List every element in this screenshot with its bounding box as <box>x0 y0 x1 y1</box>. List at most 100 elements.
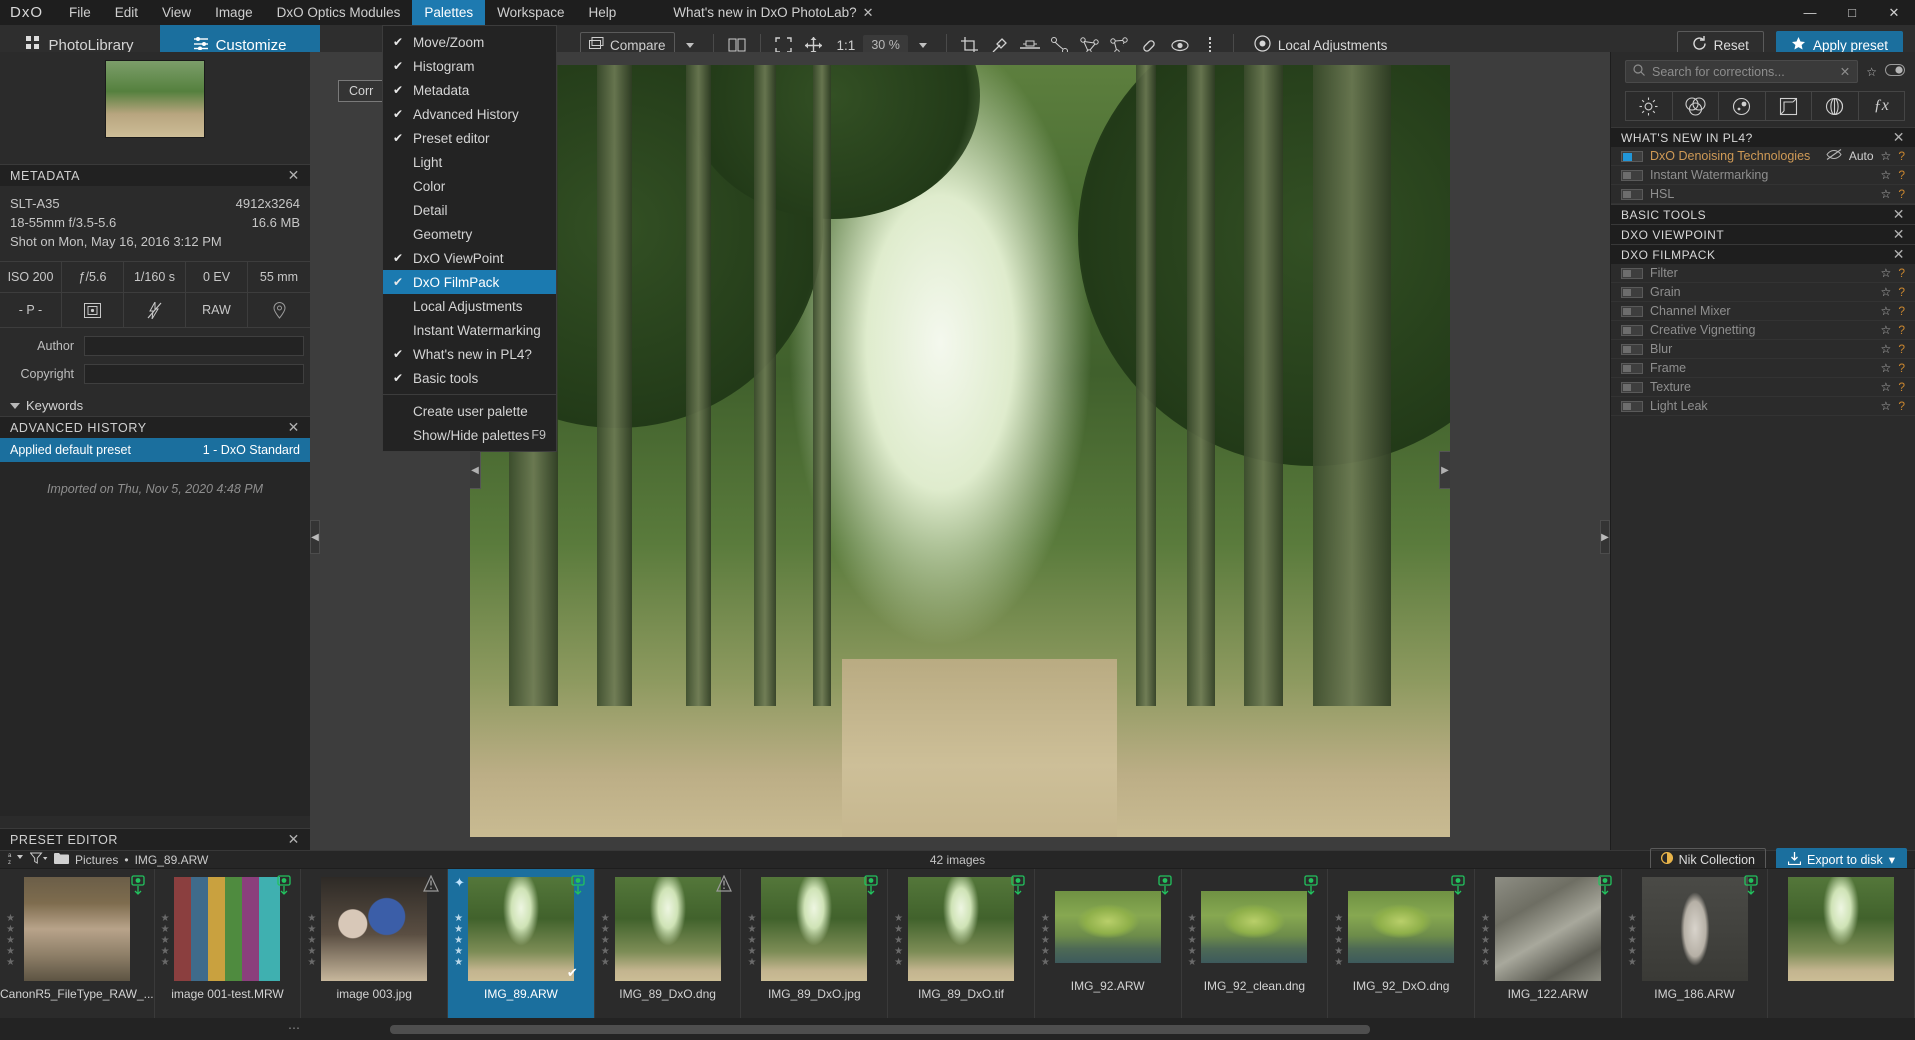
channel-mixer-help-icon[interactable]: ? <box>1898 304 1905 318</box>
filmstrip-item[interactable]: ★★★★★ IMG_89_DxO.dng <box>595 869 742 1018</box>
rating-stars[interactable]: ★★★★★ <box>600 913 611 968</box>
rating-stars[interactable]: ★★★★★ <box>893 913 904 968</box>
advanced-history-header[interactable]: ADVANCED HISTORY ✕ <box>0 416 310 438</box>
group-header-dxo-filmpack[interactable]: DXO FILMPACK ✕ <box>1611 244 1915 264</box>
rating-stars[interactable]: ★★★★★ <box>160 913 171 968</box>
tool-row-grain[interactable]: Grain ☆ ? <box>1611 283 1915 302</box>
filmstrip-item[interactable]: ★★★★★ CanonR5_FileType_RAW_... <box>0 869 155 1018</box>
panel-collapse-right-icon[interactable]: ▶ <box>1600 520 1610 554</box>
thumbnail[interactable] <box>321 877 428 981</box>
menu-view[interactable]: View <box>150 0 203 25</box>
thumbnail[interactable] <box>614 877 721 981</box>
filmstrip-item[interactable]: ★★★★★ IMG_92_DxO.dng <box>1328 869 1475 1018</box>
menu-edit[interactable]: Edit <box>103 0 150 25</box>
blur-toggle[interactable] <box>1621 343 1643 355</box>
thumbnail[interactable] <box>1788 877 1895 981</box>
palette-item-dxo-filmpack[interactable]: ✔ DxO FilmPack <box>383 270 556 294</box>
menu-dxo-optics-modules[interactable]: DxO Optics Modules <box>265 0 413 25</box>
texture-star-icon[interactable]: ☆ <box>1881 380 1892 394</box>
palette-item-dxo-viewpoint[interactable]: ✔ DxO ViewPoint <box>383 246 556 270</box>
rating-stars[interactable]: ★★★★★ <box>1040 913 1051 968</box>
filmstrip[interactable]: ★★★★★ CanonR5_FileType_RAW_... ★★★★★ ima… <box>0 868 1915 1018</box>
group-header-whats-new[interactable]: WHAT'S NEW IN PL4? ✕ <box>1611 127 1915 147</box>
instant-watermarking-star-icon[interactable]: ☆ <box>1881 168 1892 182</box>
rating-stars[interactable]: ★★★★★ <box>1480 913 1491 968</box>
palette-item-show-hide-palettes[interactable]: Show/Hide palettes F9 <box>383 423 556 447</box>
palette-item-color[interactable]: Color <box>383 174 556 198</box>
filmstrip-item[interactable]: ★★★★★ IMG_92_clean.dng <box>1182 869 1329 1018</box>
thumbnail[interactable] <box>1494 877 1601 981</box>
rating-stars[interactable]: ★★★★★ <box>1627 913 1638 968</box>
thumbnail[interactable] <box>1054 891 1161 963</box>
light-leak-star-icon[interactable]: ☆ <box>1881 399 1892 413</box>
denoising-help-icon[interactable]: ? <box>1898 149 1905 163</box>
channel-mixer-toggle[interactable] <box>1621 305 1643 317</box>
palette-item-detail[interactable]: Detail <box>383 198 556 222</box>
sort-az-icon[interactable]: az <box>8 851 24 868</box>
filmstrip-item[interactable] <box>1768 869 1915 1018</box>
texture-help-icon[interactable]: ? <box>1898 380 1905 394</box>
grain-toggle[interactable] <box>1621 286 1643 298</box>
detail-icon[interactable] <box>1719 92 1766 120</box>
menu-help[interactable]: Help <box>576 0 628 25</box>
light-leak-toggle[interactable] <box>1621 400 1643 412</box>
palette-item-basic-tools[interactable]: ✔ Basic tools <box>383 366 556 390</box>
effects-icon[interactable]: ƒx <box>1859 92 1905 120</box>
group-header-basic-tools[interactable]: BASIC TOOLS ✕ <box>1611 204 1915 224</box>
filter-toggle[interactable] <box>1621 267 1643 279</box>
filmstrip-item[interactable]: ★★★★★ image 001-test.MRW <box>155 869 302 1018</box>
tool-row-light-leak[interactable]: Light Leak ☆ ? <box>1611 397 1915 416</box>
palette-item-local-adjustments[interactable]: Local Adjustments <box>383 294 556 318</box>
rating-stars[interactable]: ★★★★★ <box>1187 913 1198 968</box>
palette-item-light[interactable]: Light <box>383 150 556 174</box>
viewer-right-handle[interactable]: ▶ <box>1439 451 1450 489</box>
instant-watermarking-help-icon[interactable]: ? <box>1898 168 1905 182</box>
export-caret-icon[interactable]: ▾ <box>1889 852 1895 867</box>
hsl-toggle[interactable] <box>1621 188 1643 200</box>
tool-row-filter[interactable]: Filter ☆ ? <box>1611 264 1915 283</box>
thumbnail[interactable] <box>1641 877 1748 981</box>
thumbnail[interactable] <box>761 877 868 981</box>
palette-item-whats-new-pl4[interactable]: ✔ What's new in PL4? <box>383 342 556 366</box>
search-input[interactable]: Search for corrections... ✕ <box>1625 60 1859 83</box>
filmstrip-scrollbar[interactable]: ⋯ <box>0 1018 1915 1040</box>
grain-help-icon[interactable]: ? <box>1898 285 1905 299</box>
metadata-panel-header[interactable]: METADATA ✕ <box>0 164 310 186</box>
filmstrip-item-selected[interactable]: ★★★★★ ✦ ✔ IMG_89.ARW <box>448 869 595 1018</box>
filmstrip-item[interactable]: ★★★★★ IMG_89_DxO.jpg <box>741 869 889 1018</box>
creative-vignetting-star-icon[interactable]: ☆ <box>1881 323 1892 337</box>
whats-new-tab[interactable]: What's new in DxO PhotoLab? <box>673 5 856 20</box>
palettes-dropdown-menu[interactable]: ✔ Move/Zoom ✔ Histogram ✔ Metadata ✔ Adv… <box>382 25 557 452</box>
filmstrip-item[interactable]: ★★★★★ IMG_122.ARW <box>1475 869 1622 1018</box>
palette-item-instant-watermarking[interactable]: Instant Watermarking <box>383 318 556 342</box>
palette-item-move-zoom[interactable]: ✔ Move/Zoom <box>383 30 556 54</box>
viewer-left-handle[interactable]: ◀ <box>470 451 481 489</box>
metadata-close-icon[interactable]: ✕ <box>288 167 300 184</box>
filter-star-icon[interactable]: ☆ <box>1881 266 1892 280</box>
creative-vignetting-help-icon[interactable]: ? <box>1898 323 1905 337</box>
blur-star-icon[interactable]: ☆ <box>1881 342 1892 356</box>
correction-tag[interactable]: Corr <box>338 80 385 102</box>
instant-watermarking-toggle[interactable] <box>1621 169 1643 181</box>
frame-toggle[interactable] <box>1621 362 1643 374</box>
advanced-history-close-icon[interactable]: ✕ <box>288 419 300 436</box>
filmstrip-item[interactable]: ★★★★★ image 003.jpg <box>301 869 449 1018</box>
filter-help-icon[interactable]: ? <box>1898 266 1905 280</box>
scrollbar-thumb[interactable] <box>390 1025 1370 1034</box>
breadcrumb-folder[interactable]: Pictures <box>75 853 118 867</box>
denoising-star-icon[interactable]: ☆ <box>1881 149 1892 163</box>
scrollbar-grip-icon[interactable]: ⋯ <box>288 1021 301 1035</box>
group-close-dxo-viewpoint-icon[interactable]: ✕ <box>1893 226 1905 243</box>
filter-icon[interactable] <box>29 852 48 868</box>
rating-stars[interactable]: ★★★★★ <box>5 913 16 968</box>
group-close-whats-new-icon[interactable]: ✕ <box>1893 129 1905 146</box>
thumbnail[interactable] <box>467 877 574 981</box>
preset-editor-close-icon[interactable]: ✕ <box>288 831 300 848</box>
denoising-auto-label[interactable]: Auto <box>1849 149 1874 163</box>
palette-item-create-user-palette[interactable]: Create user palette <box>383 399 556 423</box>
palette-item-histogram[interactable]: ✔ Histogram <box>383 54 556 78</box>
menu-palettes[interactable]: Palettes <box>412 0 486 25</box>
menu-image[interactable]: Image <box>203 0 265 25</box>
palette-item-advanced-history[interactable]: ✔ Advanced History <box>383 102 556 126</box>
close-button[interactable]: ✕ <box>1873 0 1915 25</box>
